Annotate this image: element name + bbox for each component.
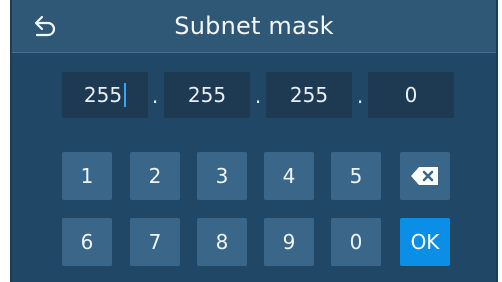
subnet-mask-screen: Subnet mask 255 . 255 . 255 . 0 1 2 3 4 … <box>10 0 498 282</box>
ok-button[interactable]: OK <box>400 218 450 266</box>
key-7[interactable]: 7 <box>130 218 180 266</box>
key-8[interactable]: 8 <box>197 218 247 266</box>
key-6[interactable]: 6 <box>62 218 112 266</box>
octet-field-2[interactable]: 255 <box>164 72 250 118</box>
key-0[interactable]: 0 <box>331 218 381 266</box>
octet-separator: . <box>151 84 159 108</box>
key-2[interactable]: 2 <box>130 152 180 200</box>
backspace-icon <box>411 167 438 185</box>
key-1[interactable]: 1 <box>62 152 112 200</box>
text-cursor <box>124 83 127 107</box>
header-bar: Subnet mask <box>12 0 496 53</box>
page-title: Subnet mask <box>174 12 334 40</box>
octet-separator: . <box>356 84 364 108</box>
octet-value-2: 255 <box>187 83 227 107</box>
octet-field-4[interactable]: 0 <box>368 72 454 118</box>
octet-separator: . <box>254 84 262 108</box>
octet-value-3: 255 <box>289 83 329 107</box>
octet-field-1[interactable]: 255 <box>62 72 148 118</box>
octet-value-4: 0 <box>404 83 418 107</box>
key-9[interactable]: 9 <box>264 218 314 266</box>
key-3[interactable]: 3 <box>197 152 247 200</box>
backspace-button[interactable] <box>400 152 450 200</box>
key-4[interactable]: 4 <box>264 152 314 200</box>
octet-field-3[interactable]: 255 <box>266 72 352 118</box>
key-5[interactable]: 5 <box>331 152 381 200</box>
subnet-mask-field: 255 . 255 . 255 . 0 <box>12 72 496 120</box>
octet-value-1: 255 <box>83 83 123 107</box>
